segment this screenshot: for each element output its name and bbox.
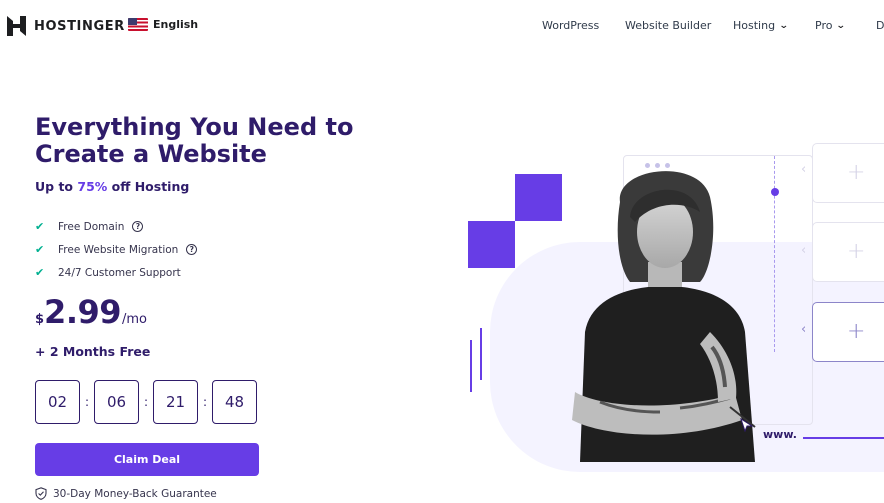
shield-check-icon [35, 487, 47, 500]
hostinger-logo-icon [7, 16, 26, 36]
decorative-square [468, 221, 515, 268]
discount-percent: 75% [77, 179, 108, 194]
check-icon: ✔ [35, 266, 45, 279]
hero-subtitle: Up to 75% off Hosting [35, 179, 189, 194]
timer-separator: : [84, 395, 90, 409]
nav-website-builder-label: Website Builder [625, 19, 712, 32]
feature-list: ✔ Free Domain ? ✔ Free Website Migration… [35, 215, 198, 284]
language-label: English [153, 18, 199, 31]
timer-seconds: 48 [212, 380, 257, 424]
money-back-guarantee: 30-Day Money-Back Guarantee [35, 487, 217, 500]
nav-pro[interactable]: Pro ⌄ [815, 19, 847, 32]
guide-handle [771, 188, 779, 196]
hero-title: Everything You Need to Create a Website [35, 113, 354, 168]
feature-label: Free Domain [58, 220, 125, 233]
plus-icon: + [847, 160, 866, 185]
decorative-square [515, 174, 562, 221]
chevron-left-icon: ‹ [801, 162, 807, 177]
chevron-down-icon: ⌄ [778, 20, 789, 31]
nav-pro-label: Pro [815, 19, 833, 32]
brand-name: HOSTINGER [34, 18, 125, 34]
guide-line [774, 156, 775, 352]
feature-label: 24/7 Customer Support [58, 266, 181, 279]
url-text: www. [763, 428, 797, 441]
price-amount: 2.99 [44, 293, 121, 331]
plus-icon: + [847, 319, 866, 344]
question-mark-icon[interactable]: ? [186, 244, 198, 255]
brand-logo[interactable]: HOSTINGER [7, 16, 125, 36]
timer-minutes: 21 [153, 380, 198, 424]
claim-deal-button[interactable]: Claim Deal [35, 443, 259, 476]
price-currency: $ [35, 312, 45, 327]
us-flag-icon [128, 18, 148, 31]
decorative-line [480, 328, 482, 380]
guarantee-label: 30-Day Money-Back Guarantee [53, 487, 217, 500]
nav-hosting[interactable]: Hosting ⌄ [733, 19, 789, 32]
nav-wordpress[interactable]: WordPress [542, 19, 599, 32]
block-card-active: + [812, 302, 884, 362]
cursor-icon [740, 418, 754, 432]
countdown-timer: 02 : 06 : 21 : 48 [35, 380, 257, 424]
check-icon: ✔ [35, 243, 45, 256]
chevron-down-icon: ⌄ [836, 20, 847, 31]
nav-website-builder[interactable]: Website Builder [625, 19, 711, 32]
feature-label: Free Website Migration [58, 243, 179, 256]
language-selector[interactable]: English [128, 18, 198, 31]
url-underline [803, 437, 884, 439]
timer-days: 02 [35, 380, 80, 424]
subtitle-suffix: off Hosting [107, 179, 190, 194]
list-item: ✔ Free Domain ? [35, 215, 197, 238]
bonus-text: + 2 Months Free [35, 344, 151, 359]
nav-wordpress-label: WordPress [542, 19, 600, 32]
block-card: + [812, 143, 884, 203]
plus-icon: + [847, 239, 866, 264]
chevron-left-icon: ‹ [801, 243, 807, 258]
check-icon: ✔ [35, 220, 45, 233]
chevron-left-icon: ‹ [801, 322, 807, 337]
block-card: + [812, 222, 884, 282]
timer-separator: : [143, 395, 149, 409]
timer-separator: : [202, 395, 208, 409]
nav-more[interactable]: D [876, 19, 884, 32]
question-mark-icon[interactable]: ? [132, 221, 144, 232]
subtitle-prefix: Up to [35, 179, 78, 194]
hero-illustration: + + + ‹ ‹ ‹ www. [460, 140, 884, 503]
top-navigation: HOSTINGER English WordPress Website Buil… [0, 0, 884, 52]
list-item: ✔ Free Website Migration ? [35, 238, 198, 261]
timer-hours: 06 [94, 380, 139, 424]
person-photo [572, 171, 756, 462]
nav-more-label: D [876, 19, 884, 32]
decorative-line [470, 340, 472, 392]
price-period: /mo [122, 312, 147, 327]
list-item: ✔ 24/7 Customer Support [35, 261, 197, 284]
price: $ 2.99 /mo [35, 293, 147, 331]
nav-hosting-label: Hosting [733, 19, 776, 32]
